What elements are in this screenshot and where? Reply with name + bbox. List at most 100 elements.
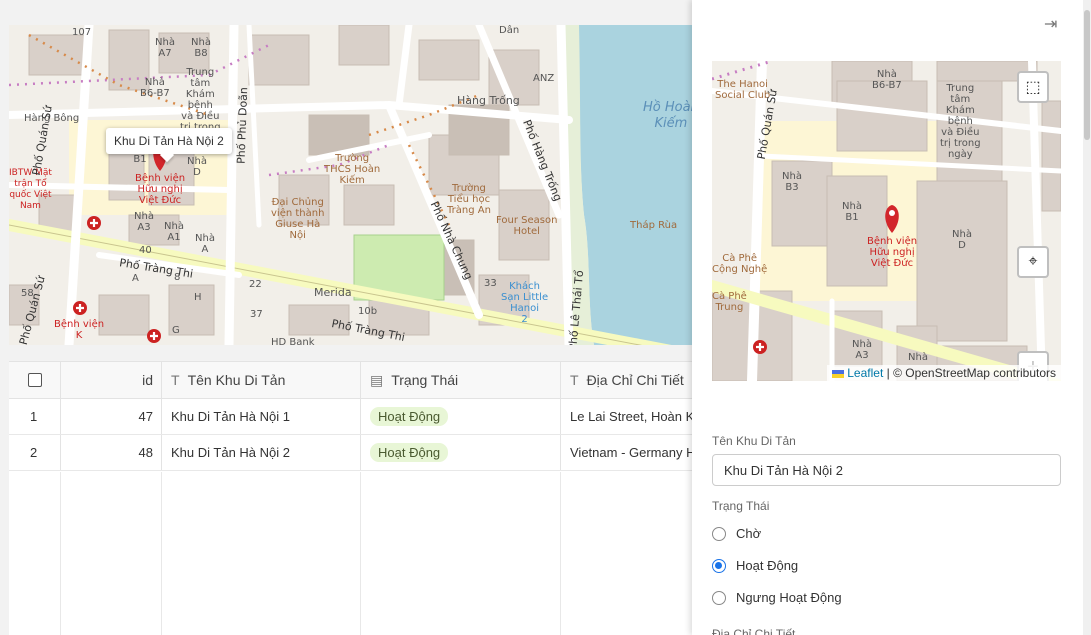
- table-row[interactable]: 2 48 Khu Di Tản Hà Nội 2 Hoạt Động Vietn…: [9, 435, 692, 471]
- map-mini[interactable]: The Hanoi Social Club Nhà B6-B7 Trung tâ…: [712, 61, 1061, 381]
- map-main[interactable]: Hàng Bông Nhà A7 Nhà B8 Trung tâm Khám b…: [9, 25, 692, 345]
- map-label: Hàng Trống: [457, 94, 520, 107]
- map-label: Đại Chủng viện thành Giuse Hà Nội: [271, 197, 325, 241]
- column-header-status[interactable]: ▤ Trạng Thái: [361, 362, 561, 398]
- status-badge: Hoạt Động: [370, 443, 449, 462]
- radio-button-selected[interactable]: [712, 558, 726, 573]
- map-popup[interactable]: Khu Di Tản Hà Nội 2: [106, 128, 232, 154]
- map-label-hospital: Bệnh viện Hữu nghị Việt Đức: [867, 236, 918, 269]
- map-label: Trung tâm Khám bệnh và Điều trị trong ng…: [940, 83, 981, 160]
- column-header-name[interactable]: T Tên Khu Di Tản: [162, 362, 361, 398]
- map-label-hospital: Bệnh viện Hữu nghị Việt Đức: [135, 173, 186, 206]
- cell-address[interactable]: Le Lai Street, Hoàn Kiếm: [561, 399, 692, 434]
- map-attribution: Leaflet | © OpenStreetMap contributors: [827, 365, 1061, 381]
- text-type-icon: T: [171, 372, 180, 388]
- map-label: Khách Sạn Little Hanoi 2: [501, 281, 549, 325]
- panel-scrollbar[interactable]: [1083, 0, 1091, 635]
- status-badge: Hoạt Động: [370, 407, 449, 426]
- scrollbar-thumb[interactable]: [1084, 10, 1090, 140]
- name-field-label: Tên Khu Di Tản: [712, 434, 796, 448]
- map-label-road: Phố Phủ Doãn: [234, 86, 251, 165]
- map-label-water: Hồ Hoàn Kiếm: [643, 100, 692, 131]
- cell-id[interactable]: 48: [61, 435, 162, 470]
- cell-id[interactable]: 47: [61, 399, 162, 434]
- map-label: Nhà: [908, 352, 928, 363]
- status-option-cho[interactable]: Chờ: [712, 526, 761, 541]
- table-empty-area: [9, 472, 692, 635]
- map-label: Trường THCS Hoàn Kiếm: [324, 153, 381, 186]
- locate-button[interactable]: ⌖: [1017, 246, 1049, 278]
- name-input[interactable]: [712, 454, 1061, 486]
- map-label: 33: [484, 278, 497, 289]
- detail-panel: ⇥ The Hanoi Social Club Nhà B6-B7 Trung …: [692, 0, 1091, 635]
- row-index: 2: [9, 435, 61, 470]
- column-header-label: Địa Chỉ Chi Tiết: [586, 372, 684, 388]
- map-label: IBTW Mặt trận Tổ quốc Việt Nam: [9, 168, 52, 211]
- map-label: Nhà A1: [164, 221, 184, 243]
- map-label: Nhà B8: [191, 37, 211, 59]
- select-all-cell: [9, 362, 61, 398]
- cell-name[interactable]: Khu Di Tản Hà Nội 1: [162, 399, 361, 434]
- status-option-hoat-dong[interactable]: Hoạt Động: [712, 558, 798, 573]
- address-field-label: Địa Chỉ Chi Tiết: [712, 627, 796, 635]
- map-label: Nhà A: [195, 233, 215, 255]
- data-table: id T Tên Khu Di Tản ▤ Trạng Thái T Địa Chỉ …: [9, 361, 692, 635]
- map-label: G: [172, 325, 180, 336]
- map-label: 22: [249, 279, 262, 290]
- cell-name[interactable]: Khu Di Tản Hà Nội 2: [162, 435, 361, 470]
- map-label: Four Season Hotel: [496, 215, 558, 237]
- map-label: 37: [250, 309, 263, 320]
- map-label: Dân: [499, 25, 520, 36]
- cell-status[interactable]: Hoạt Động: [361, 435, 561, 470]
- map-label: Nhà A3: [852, 339, 872, 361]
- map-label: 8: [174, 272, 181, 283]
- map-label: 10b: [358, 306, 378, 317]
- column-header-label: id: [142, 372, 153, 388]
- select-type-icon: ▤: [370, 371, 384, 388]
- fullscreen-icon: ⬚: [1025, 79, 1041, 96]
- map-label: Trường Tiểu học Tràng An: [447, 183, 491, 216]
- map-label: 40: [139, 245, 152, 256]
- radio-label: Ngưng Hoạt Động: [736, 590, 842, 605]
- status-field-label: Trạng Thái: [712, 499, 770, 513]
- locate-icon: ⌖: [1028, 253, 1038, 270]
- map-label: Nhà D: [952, 229, 972, 251]
- map-label: Tháp Rùa: [630, 220, 678, 231]
- map-label: 58: [21, 288, 34, 299]
- map-label: 107: [72, 27, 92, 38]
- map-label: Nhà A3: [134, 211, 154, 233]
- fullscreen-button[interactable]: ⬚: [1017, 71, 1049, 103]
- map-label: HD Bank: [271, 337, 315, 345]
- column-header-id[interactable]: id: [61, 362, 162, 398]
- map-label: Nhà D: [187, 156, 207, 178]
- map-label: Nhà B6-B7: [872, 69, 902, 91]
- map-label: Cà Phê Cộng Nghệ: [712, 253, 768, 275]
- ukraine-flag-icon: [832, 370, 845, 378]
- column-header-label: Tên Khu Di Tản: [187, 372, 286, 388]
- radio-button[interactable]: [712, 526, 726, 541]
- map-label: Bệnh viện K: [54, 319, 105, 341]
- select-all-checkbox[interactable]: [27, 373, 42, 387]
- row-index: 1: [9, 399, 61, 434]
- radio-label: Hoạt Động: [736, 558, 799, 573]
- map-label: ANZ: [533, 73, 555, 84]
- map-label: A: [132, 273, 139, 284]
- table-header: id T Tên Khu Di Tản ▤ Trạng Thái T Địa Chỉ …: [9, 362, 692, 399]
- column-header-address[interactable]: T Địa Chỉ Chi Tiết: [561, 362, 692, 398]
- map-label: Cà Phê Trung: [712, 291, 747, 313]
- attribution-text: | © OpenStreetMap contributors: [886, 366, 1056, 380]
- map-label: H: [194, 292, 202, 303]
- close-panel-icon[interactable]: ⇥: [1044, 14, 1057, 34]
- table-row[interactable]: 1 47 Khu Di Tản Hà Nội 1 Hoạt Động Le La…: [9, 399, 692, 435]
- status-option-ngung-hoat-dong[interactable]: Ngưng Hoạt Động: [712, 590, 842, 605]
- leaflet-link[interactable]: Leaflet: [847, 366, 883, 380]
- cell-address[interactable]: Vietnam - Germany Hospital: [561, 435, 692, 470]
- cell-status[interactable]: Hoạt Động: [361, 399, 561, 434]
- map-label: Nhà B3: [782, 171, 802, 193]
- map-label: Nhà B6-B7: [140, 77, 170, 99]
- map-label: Nhà A7: [155, 37, 175, 59]
- map-label: The Hanoi Social Club: [715, 79, 771, 101]
- radio-label: Chờ: [736, 526, 762, 541]
- radio-button[interactable]: [712, 590, 726, 605]
- text-type-icon: T: [570, 372, 579, 388]
